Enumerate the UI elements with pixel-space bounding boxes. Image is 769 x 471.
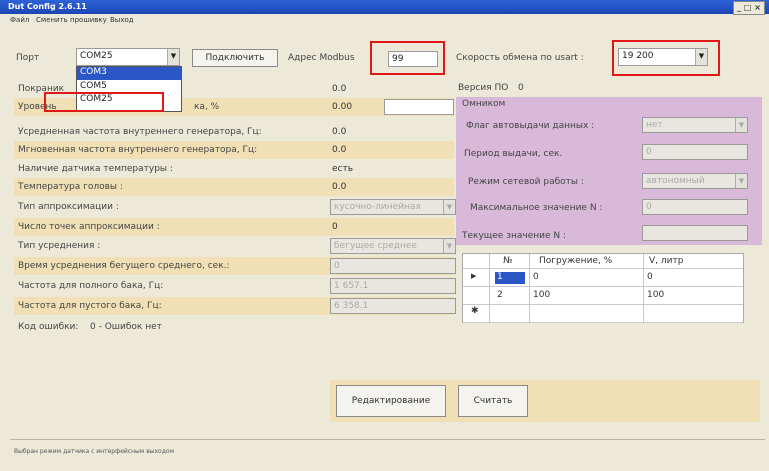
port-select[interactable]: COM25 ▼	[76, 48, 180, 66]
status-text: Выбран режим датчика с интерфейсным выхо…	[14, 448, 175, 455]
error-code-value: 0 - Ошибок нет	[90, 322, 162, 332]
chevron-down-icon[interactable]: ▼	[443, 200, 455, 214]
row-approx-type: Тип аппроксимации : кусочно-линейная ▼	[14, 198, 456, 216]
connect-button[interactable]: Подключить	[192, 49, 278, 67]
period-label: Период выдачи, сек.	[464, 149, 563, 159]
menu-file[interactable]: Файл	[10, 16, 29, 24]
table-header-volume: V, литр	[649, 256, 684, 266]
flag-select[interactable]: нет ▼	[642, 117, 748, 133]
menu-bar: Файл Сменить прошивку Выход	[0, 14, 769, 26]
table-cell[interactable]: 1	[497, 272, 503, 282]
app-window: Dut Config 2.6.11 _ □ × Файл Сменить про…	[0, 0, 769, 471]
baud-label: Скорость обмена по usart :	[456, 53, 584, 63]
status-bar: Выбран режим датчика с интерфейсным выхо…	[10, 439, 765, 460]
approx-type-select[interactable]: кусочно-линейная ▼	[330, 199, 456, 215]
row-avg-time: Время усреднения бегущего среднего, сек.…	[14, 257, 456, 275]
table-cell[interactable]: 2	[497, 290, 503, 300]
highlight-port	[44, 92, 164, 112]
row-avg-type: Тип усреднения : бегущее среднее ▼	[14, 237, 456, 255]
modbus-label: Адрес Modbus	[288, 53, 355, 63]
omnicomm-title: Омником	[462, 99, 506, 109]
port-option-com3[interactable]: COM3	[77, 67, 181, 80]
chevron-down-icon[interactable]: ▼	[735, 118, 747, 132]
highlight-modbus	[370, 41, 445, 75]
read-button[interactable]: Считать	[458, 385, 528, 417]
max-n-input[interactable]: 0	[642, 199, 748, 215]
new-row-icon: ✱	[471, 306, 479, 316]
table-header-depth: Погружение, %	[539, 256, 613, 266]
edit-button[interactable]: Редактирование	[336, 385, 446, 417]
window-title: Dut Config 2.6.11	[8, 2, 87, 11]
table-cell[interactable]: 100	[647, 290, 664, 300]
table-cell[interactable]: 100	[533, 290, 550, 300]
menu-change-firmware[interactable]: Сменить прошивку	[36, 16, 107, 24]
omnicomm-panel: Омником Флаг автовыдачи данных : нет ▼ Пе…	[456, 97, 762, 245]
table-header-num: №	[503, 256, 513, 266]
menu-exit[interactable]: Выход	[110, 16, 134, 24]
row-avg-freq: Усредненная частота внутреннего генерато…	[18, 127, 347, 137]
row-error-code: Код ошибки: 0 - Ошибок нет	[18, 322, 162, 332]
firmware-value: 0	[518, 83, 524, 93]
port-label: Порт	[16, 53, 40, 63]
chevron-down-icon[interactable]: ▼	[167, 49, 179, 65]
port-option-com5[interactable]: COM5	[80, 81, 107, 91]
table-cell[interactable]: 0	[533, 272, 539, 282]
avg-type-select[interactable]: бегущее среднее ▼	[330, 238, 456, 254]
max-n-label: Максимальное значение N :	[470, 203, 603, 213]
current-n-input[interactable]	[642, 225, 748, 241]
chevron-down-icon[interactable]: ▼	[443, 239, 455, 253]
flag-label: Флаг автовыдачи данных :	[466, 121, 595, 131]
row-temp-sensor: Наличие датчика температуры : есть	[18, 164, 354, 174]
current-n-label: Текущее значение N :	[462, 231, 567, 241]
approx-table: № Погружение, % V, литр ▶ 1 0 0 2 100 10…	[462, 253, 744, 323]
avg-time-input[interactable]: 0	[330, 258, 456, 274]
row-inst-freq: Мгновенная частота внутреннего генератор…	[14, 141, 454, 159]
empty-tank-input[interactable]: 6 358.1	[330, 298, 456, 314]
window-controls[interactable]: _ □ ×	[733, 1, 765, 15]
period-input[interactable]: 0	[642, 144, 748, 160]
table-cell[interactable]: 0	[647, 272, 653, 282]
row-empty-tank: Частота для пустого бака, Гц: 6 358.1	[14, 297, 456, 315]
row-pointer-icon: ▶	[471, 272, 477, 280]
full-tank-input[interactable]: 1 657.1	[330, 278, 456, 294]
mode-select[interactable]: автономный ▼	[642, 173, 748, 189]
level-input[interactable]	[384, 99, 454, 115]
mode-label: Режим сетевой работы :	[468, 177, 584, 187]
title-bar: Dut Config 2.6.11 _ □ ×	[0, 0, 769, 15]
row-approx-points: Число точек аппроксимации :0	[14, 218, 454, 236]
firmware-label: Версия ПО	[458, 83, 509, 93]
row-full-tank: Частота для полного бака, Гц: 1 657.1	[14, 277, 456, 295]
highlight-baud	[612, 40, 720, 76]
row-head-temp: Температура головы :0.0	[14, 178, 454, 196]
chevron-down-icon[interactable]: ▼	[735, 174, 747, 188]
